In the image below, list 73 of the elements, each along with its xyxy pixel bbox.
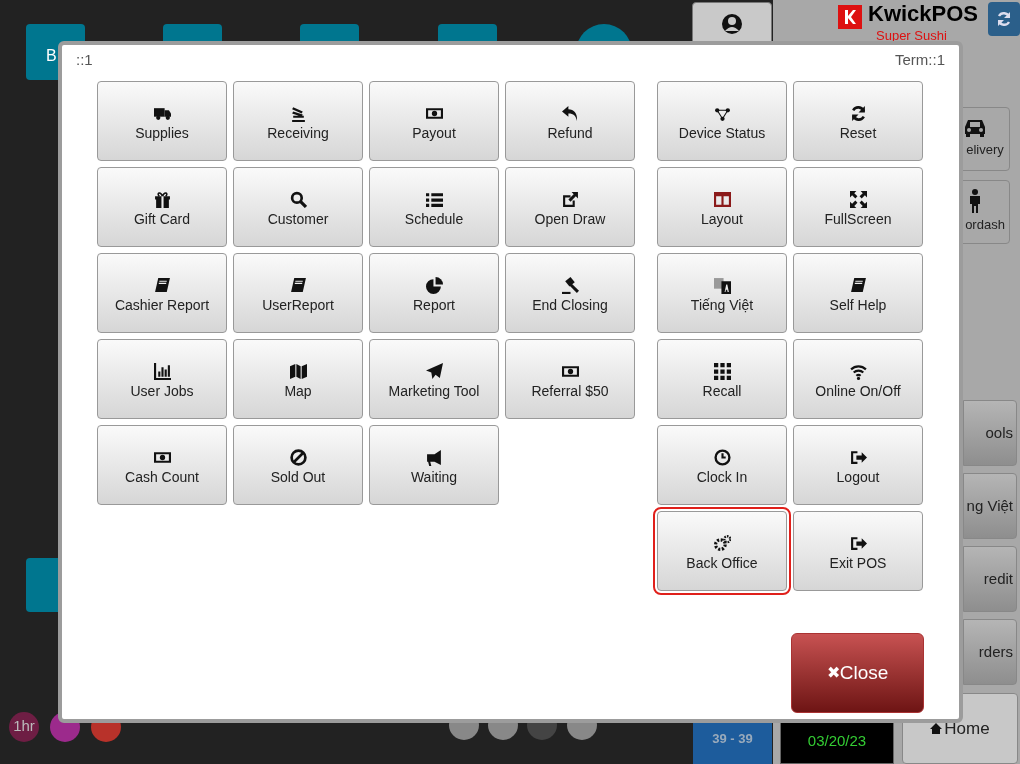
menu-button[interactable]: Open Draw (505, 167, 635, 247)
gift-icon (153, 190, 171, 208)
megaphone-icon (425, 448, 443, 466)
menu-button[interactable]: Recall (657, 339, 787, 419)
menu-button[interactable]: Cashier Report (97, 253, 227, 333)
refresh-icon (996, 11, 1012, 27)
side-button[interactable]: ng Việt (963, 473, 1017, 539)
menu-button[interactable]: Refund (505, 81, 635, 161)
side-button[interactable]: rders (963, 619, 1017, 685)
menu-button[interactable]: Schedule (369, 167, 499, 247)
external-link-icon (561, 190, 579, 208)
side-button[interactable]: redit (963, 546, 1017, 612)
menu-button[interactable]: Logout (793, 425, 923, 505)
menu-button[interactable]: Payout (369, 81, 499, 161)
gears-icon (713, 534, 731, 552)
store-name: Super Sushi (876, 29, 947, 42)
book-icon (289, 276, 307, 294)
clock-icon (713, 448, 731, 466)
logo-icon (838, 5, 862, 29)
sign-out-icon (849, 448, 867, 466)
menu-button[interactable]: End Closing (505, 253, 635, 333)
expand-icon (849, 190, 867, 208)
menu-button[interactable]: Exit POS (793, 511, 923, 591)
menu-button[interactable]: Report (369, 253, 499, 333)
pie-chart-icon (425, 276, 443, 294)
columns-icon (713, 190, 731, 208)
close-button[interactable]: ✖Close (791, 633, 924, 713)
wifi-icon (849, 362, 867, 380)
menu-button[interactable]: Reset (793, 81, 923, 161)
menu-button[interactable]: Tiếng Việt (657, 253, 787, 333)
map-icon (289, 362, 307, 380)
close-icon: ✖ (826, 661, 840, 685)
menu-button[interactable]: Gift Card (97, 167, 227, 247)
menu-button[interactable]: Map (233, 339, 363, 419)
menu-button[interactable]: Online On/Off (793, 339, 923, 419)
menu-button[interactable]: Layout (657, 167, 787, 247)
book-icon (849, 276, 867, 294)
paper-plane-icon (425, 362, 443, 380)
language-icon (713, 276, 731, 294)
refresh-icon (849, 104, 867, 122)
home-icon (930, 723, 943, 734)
grid-icon (713, 362, 731, 380)
menu-button[interactable]: Self Help (793, 253, 923, 333)
ban-icon (289, 448, 307, 466)
bar-chart-icon (153, 362, 171, 380)
menu-button[interactable]: User Jobs (97, 339, 227, 419)
menu-button[interactable]: Referral $50 (505, 339, 635, 419)
sign-out-icon (849, 534, 867, 552)
person-icon (968, 189, 982, 214)
reply-arrow-icon (561, 104, 579, 122)
timer-badge[interactable]: 1hr (9, 712, 39, 742)
menu-button[interactable]: Waiting (369, 425, 499, 505)
refresh-button[interactable] (988, 2, 1020, 36)
stack-icon (289, 104, 307, 122)
brand-name: KwickPOS (868, 3, 979, 25)
side-button[interactable]: ools (963, 400, 1017, 466)
menu-button[interactable]: Clock In (657, 425, 787, 505)
menu-button[interactable]: Receiving (233, 81, 363, 161)
terminal-label: Term::1 (895, 51, 945, 69)
person-icon (721, 13, 743, 35)
menu-button[interactable]: Sold Out (233, 425, 363, 505)
menu-button[interactable]: Device Status (657, 81, 787, 161)
menu-button[interactable]: Cash Count (97, 425, 227, 505)
menu-button[interactable]: UserReport (233, 253, 363, 333)
menu-button[interactable]: FullScreen (793, 167, 923, 247)
list-icon (425, 190, 443, 208)
book-icon (153, 276, 171, 294)
menu-button[interactable]: Marketing Tool (369, 339, 499, 419)
menu-button[interactable]: Customer (233, 167, 363, 247)
gavel-icon (561, 276, 579, 294)
menu-button[interactable]: Supplies (97, 81, 227, 161)
car-icon (962, 118, 988, 139)
search-icon (289, 190, 307, 208)
